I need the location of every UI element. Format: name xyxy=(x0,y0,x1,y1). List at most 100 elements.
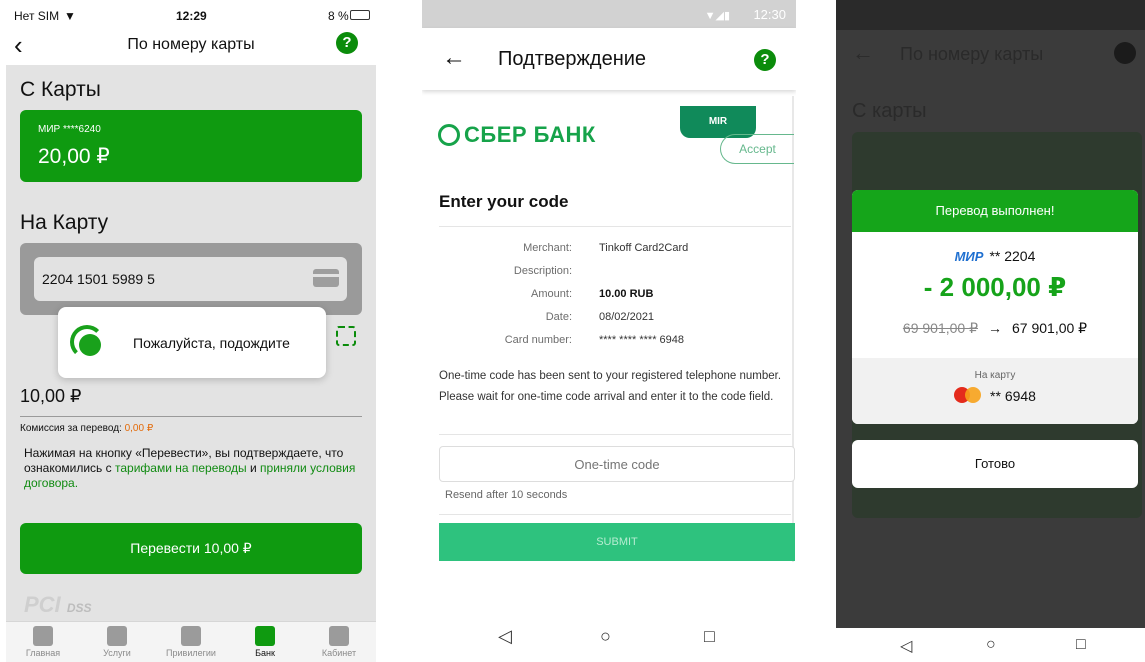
new-balance: 67 901,00 ₽ xyxy=(1012,320,1088,336)
divider xyxy=(439,434,791,435)
resend-text: Resend after 10 seconds xyxy=(445,489,568,501)
spinner-dot-icon xyxy=(79,334,101,356)
screen-confirmation: ▼◢▮ 12:30 ← Подтверждение ? СБЕР БАНК MI… xyxy=(422,0,796,662)
user-icon xyxy=(329,626,349,646)
balance-change: 69 901,00 ₽ → 67 901,00 ₽ xyxy=(852,320,1138,337)
loading-text: Пожалуйста, подождите xyxy=(133,335,290,351)
status-bar xyxy=(836,0,1145,30)
status-bar: Нет SIM ▼ 12:29 8 % xyxy=(6,0,376,30)
help-icon xyxy=(1114,42,1136,64)
transfer-button[interactable]: Перевести 10,00 ₽ xyxy=(20,523,362,574)
page-title: Подтверждение xyxy=(498,48,647,70)
tab-bank[interactable]: Банк xyxy=(228,622,302,662)
transfer-sum: - 2 000,00 ₽ xyxy=(923,272,1067,302)
card-icon[interactable] xyxy=(313,269,339,287)
arrow-right-icon: → xyxy=(988,320,1002,336)
enter-code-heading: Enter your code xyxy=(439,192,569,211)
pci-dss-logo: PCI DSS xyxy=(24,592,92,618)
tab-services[interactable]: Услуги xyxy=(80,622,154,662)
back-arrow-icon: ← xyxy=(852,40,874,65)
screen-card-transfer: Нет SIM ▼ 12:29 8 % ‹ По номеру карты ? … xyxy=(6,0,376,662)
detail-value: 10.00 RUB xyxy=(599,288,654,300)
help-icon[interactable]: ? xyxy=(336,32,358,54)
loading-toast: Пожалуйста, подождите xyxy=(58,307,326,378)
bank-name: СБЕР БАНК xyxy=(464,122,596,147)
tab-privileges[interactable]: Привилегии xyxy=(154,622,228,662)
nav-back-icon[interactable]: ◁ xyxy=(498,626,512,647)
page-title: По номеру карты xyxy=(127,36,255,53)
fee-value: 0,00 ₽ xyxy=(124,423,154,434)
tab-services-label: Услуги xyxy=(103,648,131,658)
sber-check-icon xyxy=(438,124,460,146)
submit-button[interactable]: SUBMIT xyxy=(439,523,795,561)
card-icon xyxy=(255,626,275,646)
card-number-value: 2204 1501 5989 5 xyxy=(42,271,155,287)
success-header: Перевод выполнен! xyxy=(852,190,1138,232)
from-card-number: ** 2204 xyxy=(989,248,1036,264)
tab-home-label: Главная xyxy=(25,648,61,658)
status-bar: ▼◢▮ 12:30 xyxy=(422,0,796,28)
to-card: 2204 1501 5989 5 xyxy=(20,243,362,315)
success-dialog: Перевод выполнен! МИР ** 2204 - 2 000,00 … xyxy=(852,190,1138,424)
status-time: 12:29 xyxy=(176,9,207,23)
tariffs-link[interactable]: тарифами на переводы xyxy=(115,461,247,475)
old-balance: 69 901,00 ₽ xyxy=(902,320,978,336)
to-card-heading: На Карту xyxy=(20,211,109,234)
mir-logo-icon: МИР xyxy=(954,249,984,264)
tab-cabinet[interactable]: Кабинет xyxy=(302,622,376,662)
fee-text: Комиссия за перевод: 0,00 ₽ xyxy=(20,423,153,434)
amount-underline xyxy=(20,416,362,417)
help-icon[interactable]: ? xyxy=(754,49,776,71)
divider xyxy=(439,226,791,227)
nav-recents-icon[interactable]: □ xyxy=(1076,636,1086,654)
legal-text: Нажимая на кнопку «Перевести», вы подтве… xyxy=(24,446,364,491)
detail-key: Date: xyxy=(545,311,572,323)
wifi-icon: ▼ xyxy=(64,9,76,23)
grid-icon xyxy=(107,626,127,646)
nav-home-icon[interactable]: ○ xyxy=(986,636,996,654)
from-card-heading: С Карты xyxy=(20,78,101,101)
amount-value[interactable]: 10,00 ₽ xyxy=(20,386,82,407)
nav-back-icon[interactable]: ◁ xyxy=(900,636,912,656)
detail-key: Card number: xyxy=(504,334,572,346)
tab-bar: Главная Услуги Привилегии Банк Кабинет xyxy=(6,621,376,662)
dss-text: DSS xyxy=(66,601,92,615)
carrier-text: Нет SIM xyxy=(14,9,60,23)
from-card[interactable]: МИР ****6240 20,00 ₽ xyxy=(20,110,362,182)
from-card-line: МИР ** 2204 xyxy=(852,248,1138,264)
android-nav-bar: ◁ ○ □ xyxy=(422,600,796,662)
nav-recents-icon[interactable]: □ xyxy=(704,626,715,647)
status-time: 12:30 xyxy=(753,7,786,22)
tab-home[interactable]: Главная xyxy=(6,622,80,662)
star-icon xyxy=(181,626,201,646)
3ds-form: СБЕР БАНК MIR Accept Enter your code Mer… xyxy=(422,96,795,562)
detail-key: Merchant: xyxy=(523,242,572,254)
detail-key: Amount: xyxy=(531,288,572,300)
detail-key: Description: xyxy=(513,265,572,277)
detail-value: **** **** **** 6948 xyxy=(599,334,685,346)
tab-privileges-label: Привилегии xyxy=(166,648,216,658)
to-card-label: На карту xyxy=(974,370,1016,381)
battery-icon xyxy=(350,10,370,20)
otp-input[interactable] xyxy=(439,446,795,482)
otp-note: One-time code has been sent to your regi… xyxy=(439,370,782,403)
screen-transfer-success: ← По номеру карты С карты Перевод выполн… xyxy=(836,0,1145,662)
scan-card-icon[interactable] xyxy=(336,326,356,346)
card-number-input[interactable]: 2204 1501 5989 5 xyxy=(34,257,347,301)
accept-badge: Accept xyxy=(720,134,794,164)
from-card-number: МИР ****6240 xyxy=(38,124,101,135)
divider xyxy=(439,514,791,515)
detail-value: 08/02/2021 xyxy=(599,311,655,323)
tab-cabinet-label: Кабинет xyxy=(321,648,357,658)
battery-text: 8 % xyxy=(328,9,349,23)
fee-label: Комиссия за перевод: xyxy=(20,423,125,434)
pci-text: PCI xyxy=(24,592,61,617)
back-arrow-icon[interactable]: ← xyxy=(442,44,466,72)
background-from-label: С карты xyxy=(852,100,927,122)
app-bar: ← Подтверждение ? xyxy=(422,28,796,90)
legal-part2: и xyxy=(246,461,261,475)
android-nav-bar: ◁ ○ □ xyxy=(836,628,1145,662)
nav-home-icon[interactable]: ○ xyxy=(600,626,611,647)
done-button[interactable]: Готово xyxy=(852,440,1138,488)
signal-icon: ▼◢▮ xyxy=(704,10,730,22)
